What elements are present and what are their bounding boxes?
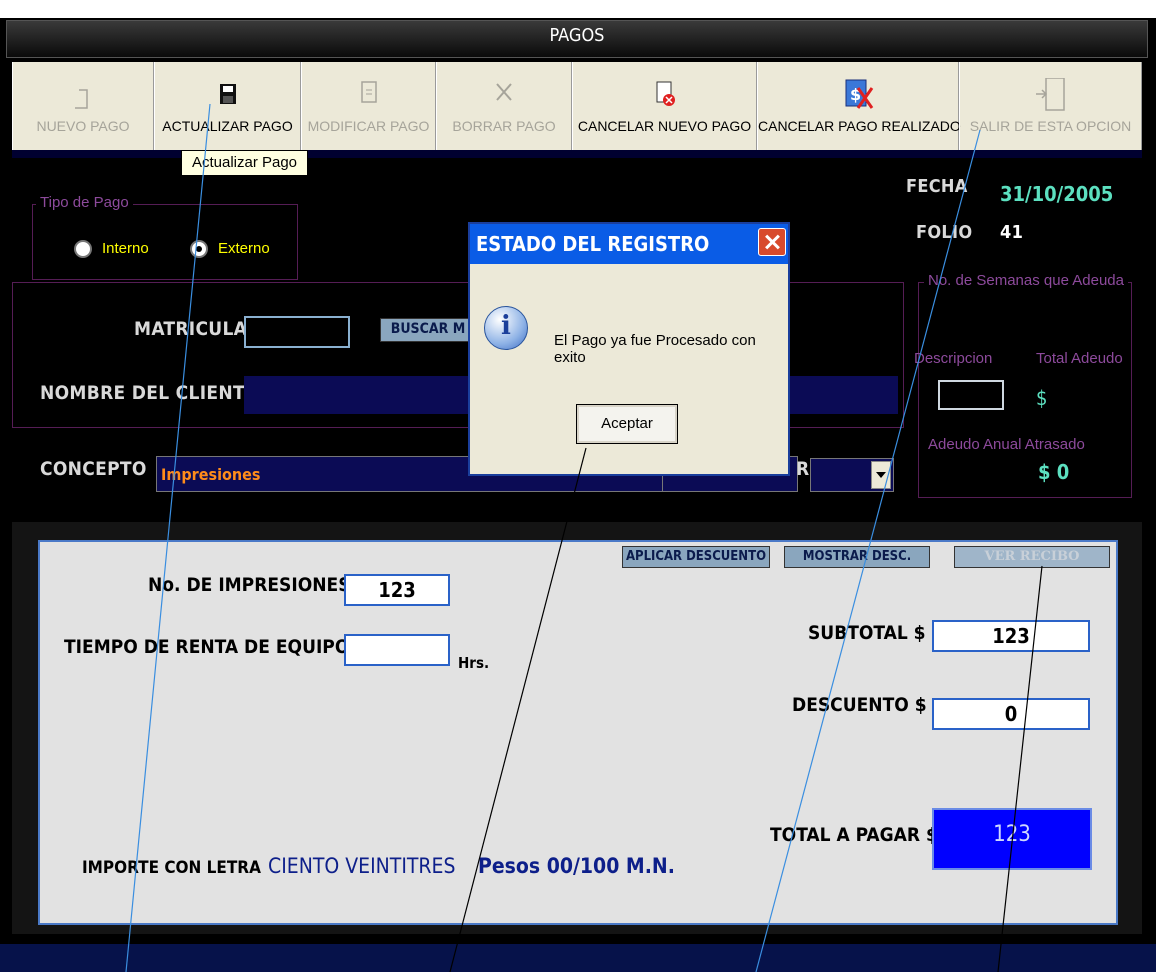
annotation-line bbox=[125, 103, 211, 972]
annotation-line bbox=[755, 129, 981, 972]
annotation-line bbox=[449, 447, 587, 972]
pagos-window: PAGOS NUEVO PAGO ACTUALIZAR PAGO MODIFIC… bbox=[0, 0, 1156, 972]
annotation-lines bbox=[125, 103, 1043, 972]
annotation-line bbox=[997, 565, 1043, 972]
